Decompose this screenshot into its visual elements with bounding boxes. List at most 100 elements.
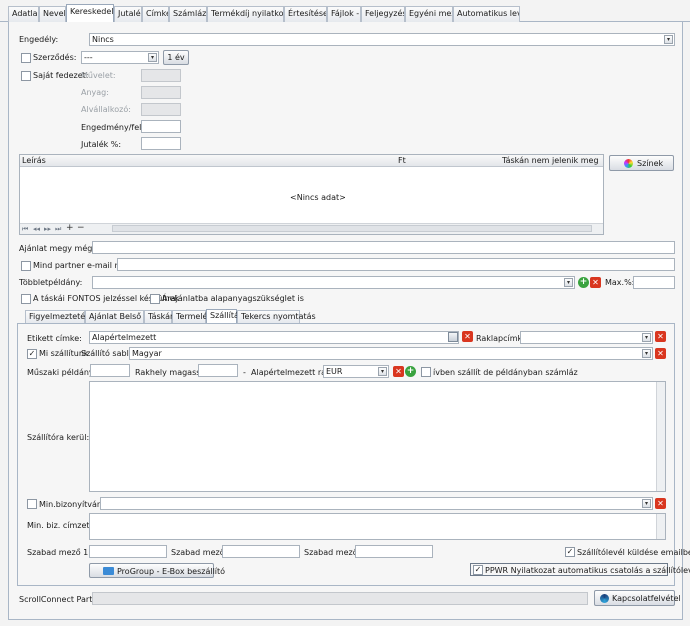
muvelet-input xyxy=(141,69,181,82)
ajanlat-megy-label: Ajánlat megy még: xyxy=(19,244,96,253)
mind-partner-checkbox[interactable] xyxy=(21,261,31,271)
arajanlat-checkbox[interactable] xyxy=(150,294,160,304)
tab-nevek[interactable]: Nevek xyxy=(39,6,66,22)
min-bizonyitvany-checkbox[interactable] xyxy=(27,499,37,509)
szallitolevel-checkbox[interactable]: ✓ xyxy=(565,547,575,557)
next-page-icon[interactable]: ▸▸ xyxy=(44,225,51,233)
engedely-select[interactable]: Nincs ▾ xyxy=(89,33,675,46)
col-leiras[interactable]: Leírás xyxy=(22,156,46,166)
prev-page-icon[interactable]: ◂◂ xyxy=(33,225,40,233)
progroup-button[interactable]: ProGroup - E-Box beszállító xyxy=(89,563,225,578)
ivben-checkbox[interactable] xyxy=(421,367,431,377)
raklapcimke-select[interactable]: ▾ xyxy=(520,331,653,344)
tab-adatlap[interactable]: Adatlap xyxy=(8,6,39,22)
jutalek-input[interactable] xyxy=(141,137,181,150)
tab-termekdij[interactable]: Termékdíj nyilatkozatok xyxy=(207,6,284,22)
col-ft[interactable]: Ft xyxy=(398,156,406,166)
subtab-ajanlat-belso-info[interactable]: Ajánlat Belső info xyxy=(85,310,159,323)
tobbletpeldany-select[interactable]: ▾ xyxy=(92,276,575,289)
min-bizonyitvany-select[interactable]: ▾ xyxy=(100,497,653,510)
tab-jutalek[interactable]: Jutalék xyxy=(114,6,142,22)
tobbletpeldany-label: Többletpéldány: xyxy=(19,278,83,287)
anyag-label: Anyag: xyxy=(81,88,109,97)
engedmeny-input[interactable] xyxy=(141,120,181,133)
scrollconnect-input xyxy=(92,592,588,605)
delete-icon[interactable]: ✕ xyxy=(655,348,666,359)
etikett-label: Etikett címke: xyxy=(27,334,82,343)
alvallalkozo-label: Alvállalkozó: xyxy=(81,105,131,114)
textarea-scrollbar[interactable] xyxy=(656,514,665,539)
szallitora-kerul-textarea[interactable] xyxy=(89,381,666,492)
add-icon[interactable]: + xyxy=(578,277,589,288)
kapcsolatfelvetel-button[interactable]: Kapcsolatfelvétel xyxy=(594,590,681,606)
delete-icon[interactable]: ✕ xyxy=(393,366,404,377)
period-button[interactable]: 1 év xyxy=(163,50,189,65)
tab-feljegyzesek[interactable]: Feljegyzések xyxy=(361,6,405,22)
mi-szallitunk-checkbox[interactable]: ✓ xyxy=(27,349,37,359)
sajat-fedezet-checkbox[interactable] xyxy=(21,71,31,81)
szerzodes-label: Szerződés: xyxy=(33,53,77,62)
rakhely-input[interactable] xyxy=(198,364,238,377)
tab-kereskedelem[interactable]: Kereskedelem xyxy=(66,4,114,23)
last-record-icon[interactable]: ⏭ xyxy=(55,225,61,233)
delete-icon[interactable]: ✕ xyxy=(590,277,601,288)
chevron-down-icon[interactable]: ▾ xyxy=(642,349,651,358)
raklap-value: EUR xyxy=(326,367,343,376)
subtab-figyelmeztetesek[interactable]: Figyelmeztetések xyxy=(25,310,99,323)
subtab-termeles[interactable]: Termelés xyxy=(172,310,212,323)
textarea-scrollbar[interactable] xyxy=(656,382,665,491)
tab-ertesitesek[interactable]: Értesítések xyxy=(284,6,327,22)
delete-icon[interactable]: ✕ xyxy=(655,331,666,342)
subtab-tekercs-nyomtatas[interactable]: Tekercs nyomtatás xyxy=(237,310,316,323)
etikett-value: Alapértelmezett xyxy=(92,333,157,342)
etikett-input[interactable]: Alapértelmezett xyxy=(89,331,459,344)
chevron-down-icon[interactable]: ▾ xyxy=(642,499,651,508)
mind-partner-input[interactable] xyxy=(117,258,675,271)
col-taskan[interactable]: Táskán nem jelenik meg xyxy=(502,156,599,166)
connect-icon xyxy=(600,594,609,603)
tab-cimkek[interactable]: Címkék xyxy=(142,6,169,22)
szerzodes-checkbox[interactable] xyxy=(21,53,31,63)
ajanlat-megy-input[interactable] xyxy=(92,241,675,254)
tab-automatikus-levelek[interactable]: Automatikus levelek xyxy=(453,6,520,22)
add-icon[interactable]: + xyxy=(405,366,416,377)
delete-icon[interactable]: ✕ xyxy=(462,331,473,342)
grid-hscrollbar[interactable] xyxy=(112,225,592,232)
szerzodes-select[interactable]: --- ▾ xyxy=(81,51,159,64)
max-percent-input[interactable] xyxy=(633,276,675,289)
taskai-fontos-checkbox[interactable] xyxy=(21,294,31,304)
chevron-down-icon[interactable]: ▾ xyxy=(148,53,157,62)
chevron-down-icon[interactable]: ▾ xyxy=(378,367,387,376)
ivben-label: ívben szállít de példányban számláz xyxy=(433,368,578,377)
chevron-down-icon[interactable]: ▾ xyxy=(642,333,651,342)
szabad-mezo-2-input[interactable] xyxy=(222,545,300,558)
delete-icon[interactable]: ✕ xyxy=(655,498,666,509)
alvallalkozo-input xyxy=(141,103,181,116)
raklap-select[interactable]: EUR ▾ xyxy=(323,365,389,378)
chevron-down-icon[interactable]: ▾ xyxy=(564,278,573,287)
add-record-icon[interactable]: + xyxy=(66,224,74,233)
szallitolevel-label: Szállítólevél küldése emailben xyxy=(577,548,690,557)
szallito-sablon-select[interactable]: Magyar ▾ xyxy=(129,347,653,360)
max-percent-label: Max.%: xyxy=(605,278,635,287)
lookup-icon[interactable] xyxy=(448,332,458,342)
subtab-szallitas[interactable]: Szállítás xyxy=(206,309,243,324)
grid-header: Leírás Ft Táskán nem jelenik meg xyxy=(20,155,603,167)
ppwr-checkbox[interactable]: ✓ xyxy=(473,565,483,575)
chevron-down-icon[interactable]: ▾ xyxy=(664,35,673,44)
szabad-mezo-1-input[interactable] xyxy=(89,545,167,558)
min-biz-cimzettek-textarea[interactable] xyxy=(89,513,666,540)
subtab-taskan[interactable]: Táskán xyxy=(144,310,175,323)
tab-fajlok[interactable]: Fájlok - 0 xyxy=(327,6,361,22)
min-bizonyitvany-label: Min.bizonyítvány: xyxy=(39,500,109,509)
szinek-button[interactable]: Színek xyxy=(609,155,674,171)
first-record-icon[interactable]: ⏮ xyxy=(22,225,28,233)
szinek-label: Színek xyxy=(637,159,664,168)
szabad-mezo-3-input[interactable] xyxy=(355,545,433,558)
items-grid: Leírás Ft Táskán nem jelenik meg <Nincs … xyxy=(19,154,604,235)
main-tab-bar: Adatlap Nevek Kereskedelem Jutalék Címké… xyxy=(0,0,690,23)
tab-szamlazas[interactable]: Számlázás xyxy=(169,6,207,22)
delete-record-icon[interactable]: − xyxy=(77,224,85,233)
muszaki-peldany-input[interactable] xyxy=(90,364,130,377)
tab-egyeni-mezok[interactable]: Egyéni mezők xyxy=(405,6,453,22)
